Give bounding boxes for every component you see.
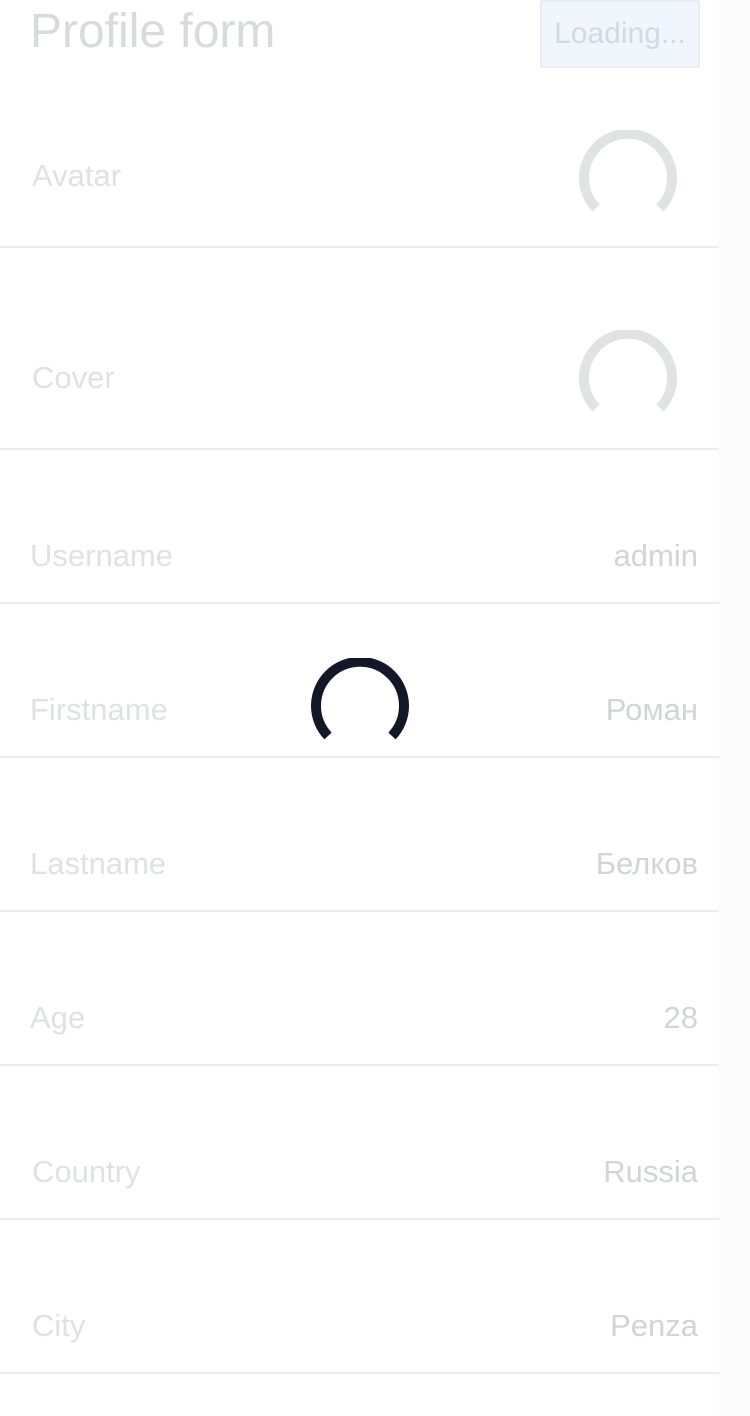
age-label: Age (30, 1000, 86, 1035)
firstname-label: Firstname (30, 692, 168, 727)
page-title: Profile form (30, 5, 276, 58)
cover-row[interactable]: Cover (0, 248, 719, 450)
avatar-label: Avatar (32, 158, 122, 193)
loading-button[interactable]: Loading... (540, 0, 700, 68)
country-value: Russia (603, 1154, 698, 1189)
city-label: City (32, 1308, 86, 1343)
city-row[interactable]: City Penza (0, 1220, 719, 1374)
city-value: Penza (610, 1308, 698, 1343)
firstname-value: Роман (605, 692, 698, 727)
lastname-label: Lastname (30, 846, 167, 881)
username-row[interactable]: Username admin (0, 450, 719, 604)
header: Profile form Loading... (0, 0, 719, 68)
spinner-icon (579, 130, 677, 212)
username-label: Username (30, 538, 173, 573)
avatar-row[interactable]: Avatar (0, 64, 719, 248)
cover-label: Cover (32, 360, 115, 395)
age-row[interactable]: Age 28 (0, 912, 719, 1066)
lastname-value: Белков (595, 846, 698, 881)
age-value: 28 (663, 1000, 698, 1035)
country-row[interactable]: Country Russia (0, 1066, 719, 1220)
spinner-icon (579, 330, 677, 412)
country-label: Country (32, 1154, 141, 1189)
lastname-row[interactable]: Lastname Белков (0, 758, 719, 912)
username-value: admin (613, 538, 698, 573)
loading-spinner-icon (311, 658, 409, 740)
